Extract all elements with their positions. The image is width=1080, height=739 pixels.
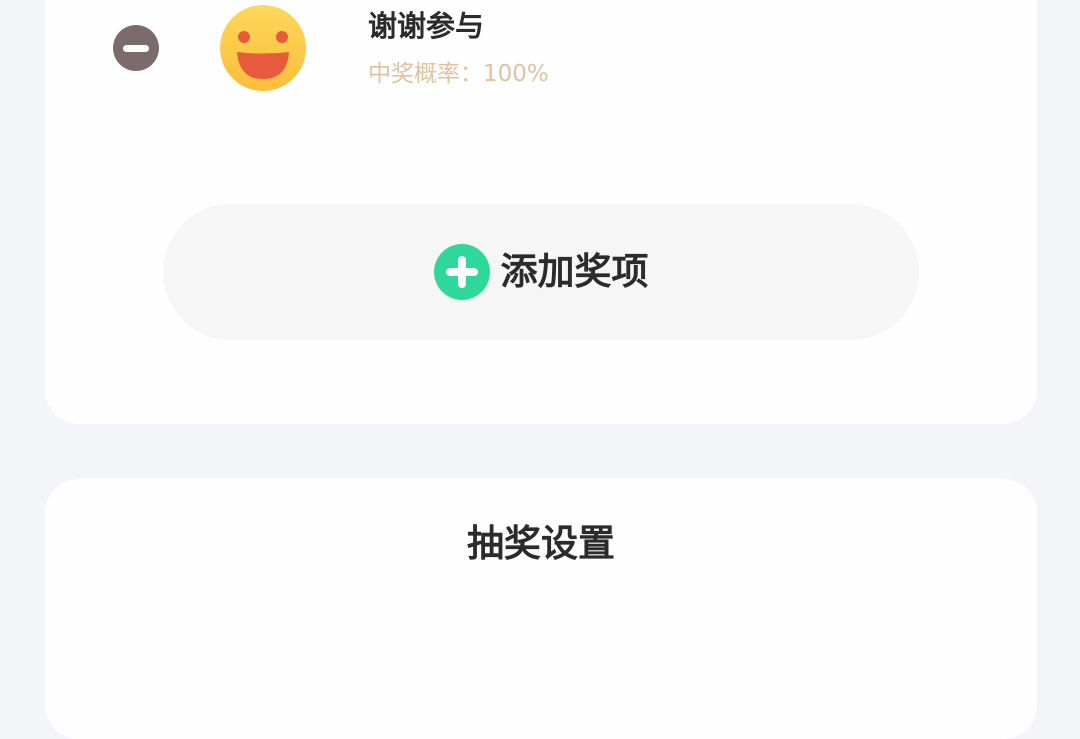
settings-section-title: 抽奖设置: [467, 522, 615, 565]
add-prize-button[interactable]: 添加奖项: [163, 204, 919, 340]
prize-name: 谢谢参与: [368, 9, 485, 43]
lottery-settings-card: 抽奖设置: [45, 479, 1037, 739]
prize-list-card: 谢谢参与 中奖概率：100% 添加奖项: [45, 0, 1037, 424]
remove-prize-button[interactable]: [113, 25, 159, 71]
grinning-face-icon: [220, 5, 306, 91]
minus-circle-icon: [123, 44, 149, 52]
prize-probability: 中奖概率：100%: [368, 61, 549, 87]
add-prize-label: 添加奖项: [500, 250, 649, 293]
plus-circle-icon: [433, 244, 490, 300]
